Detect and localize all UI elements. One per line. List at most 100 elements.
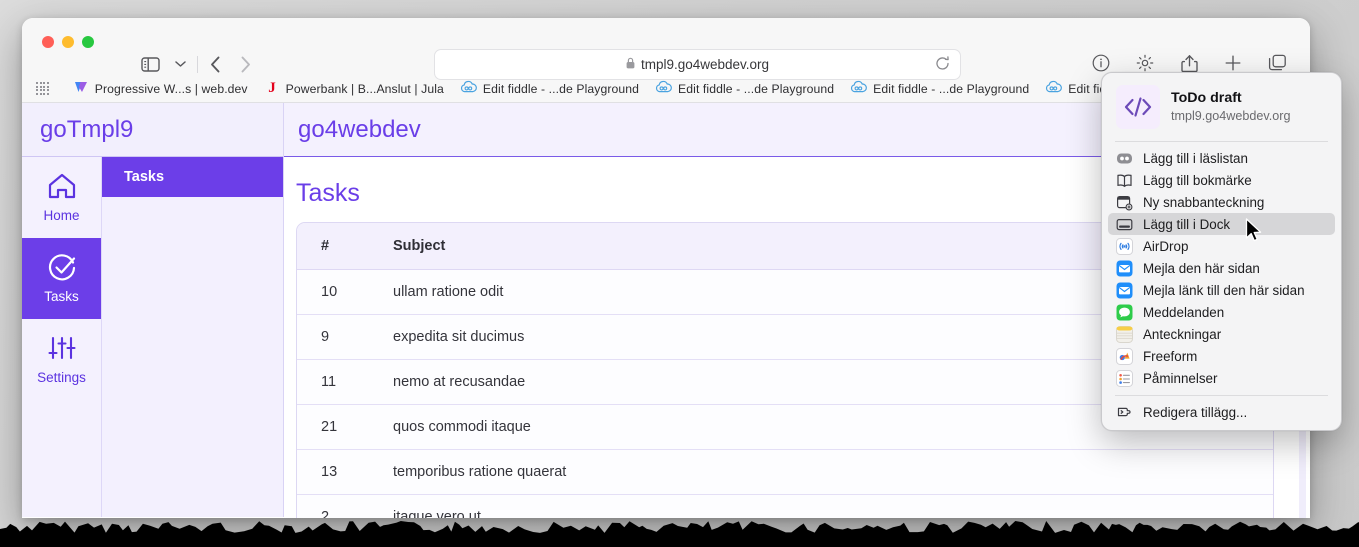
- menu-item-label: Redigera tillägg...: [1143, 404, 1248, 420]
- share-menu-subtitle: tmpl9.go4webdev.org: [1171, 109, 1291, 124]
- mouse-cursor: [1245, 218, 1262, 242]
- share-menu-header: ToDo draft tmpl9.go4webdev.org: [1102, 82, 1341, 141]
- notes-icon: [1116, 325, 1133, 343]
- sidebar-icon[interactable]: [135, 51, 165, 77]
- reading-list-icon: [1116, 150, 1133, 167]
- menu-item-label: AirDrop: [1143, 238, 1189, 254]
- toolbar-divider: [197, 55, 198, 73]
- cell-number: 21: [297, 404, 369, 450]
- mail-icon: [1116, 260, 1133, 277]
- menu-item-mail-page[interactable]: Mejla den här sidan: [1108, 257, 1335, 279]
- menu-divider: [1115, 141, 1328, 142]
- sidebar-subitem-label: Tasks: [124, 169, 165, 185]
- share-menu-title: ToDo draft: [1171, 89, 1242, 106]
- bookmark-label: Progressive W...s | web.dev: [94, 81, 248, 96]
- bookmark-item[interactable]: Edit fiddle - ...de Playground: [460, 80, 639, 97]
- messages-icon: [1116, 304, 1133, 321]
- reload-icon[interactable]: [935, 55, 950, 74]
- minimize-window-button[interactable]: [62, 36, 74, 48]
- cell-number: 11: [297, 359, 369, 405]
- column-header-number[interactable]: #: [297, 223, 369, 270]
- bookmark-item[interactable]: J Powerbank | B...Anslut | Jula: [264, 79, 444, 98]
- menu-item-label: Freeform: [1143, 348, 1198, 364]
- menu-item-label: Anteckningar: [1143, 326, 1222, 342]
- bookmark-label: Edit fiddle - ...de Playground: [482, 81, 640, 96]
- code-brackets-icon: [1116, 85, 1160, 129]
- sidebar-item-label: Home: [43, 208, 80, 223]
- menu-item-notes[interactable]: Anteckningar: [1108, 323, 1335, 345]
- menu-item-label: Meddelanden: [1143, 304, 1225, 320]
- chevron-down-icon[interactable]: [165, 51, 195, 77]
- sidebar-item-label: Settings: [37, 370, 86, 385]
- browser-toolbar: tmpl9.go4webdev.org: [22, 18, 1310, 80]
- menu-item-label: Lägg till bokmärke: [1143, 172, 1252, 188]
- menu-item-mail-link[interactable]: Mejla länk till den här sidan: [1108, 279, 1335, 301]
- menu-item-freeform[interactable]: Freeform: [1108, 345, 1335, 367]
- app-brand: goTmpl9: [22, 103, 283, 157]
- menu-item-label: Påminnelser: [1143, 370, 1218, 386]
- bookmark-book-icon: [1116, 172, 1133, 189]
- address-bar-url: tmpl9.go4webdev.org: [640, 57, 770, 72]
- bookmark-label: Powerbank | B...Anslut | Jula: [285, 81, 444, 96]
- address-bar[interactable]: tmpl9.go4webdev.org: [434, 49, 961, 80]
- cell-number: 10: [297, 269, 369, 315]
- sidebar-item-tasks[interactable]: Tasks: [22, 238, 101, 319]
- quick-note-icon: [1116, 194, 1133, 211]
- home-icon: [47, 172, 77, 202]
- bookmark-item[interactable]: Edit fiddle - ...de Playground: [850, 80, 1029, 97]
- menu-item-messages[interactable]: Meddelanden: [1108, 301, 1335, 323]
- jsfiddle-icon: [1045, 80, 1063, 97]
- freeform-icon: [1116, 347, 1133, 365]
- bookmark-label: Edit fiddle - ...de Playground: [873, 81, 1030, 96]
- icon-rail: Home Tasks Settings: [22, 157, 102, 517]
- close-window-button[interactable]: [42, 36, 54, 48]
- navigation-controls: [135, 51, 260, 77]
- bookmark-item[interactable]: Progressive W...s | web.dev: [73, 79, 248, 98]
- menu-divider-bottom: [1115, 395, 1328, 396]
- menu-item-reading-list[interactable]: Lägg till i läslistan: [1108, 147, 1335, 169]
- window-traffic-lights: [42, 36, 94, 48]
- sidebar-item-home[interactable]: Home: [22, 157, 101, 238]
- airdrop-icon: [1116, 237, 1133, 255]
- sidebar-sub-list: Tasks: [102, 157, 283, 517]
- menu-item-add-bookmark[interactable]: Lägg till bokmärke: [1108, 169, 1335, 191]
- back-button[interactable]: [200, 51, 230, 77]
- lock-icon: [626, 57, 635, 72]
- menu-item-label: Mejla länk till den här sidan: [1143, 282, 1305, 298]
- reminders-icon: [1116, 369, 1133, 387]
- menu-item-new-quick-note[interactable]: Ny snabbanteckning: [1108, 191, 1335, 213]
- menu-item-label: Lägg till i Dock: [1143, 216, 1231, 232]
- sliders-icon: [47, 334, 77, 364]
- forward-button[interactable]: [230, 51, 260, 77]
- dock-icon: [1116, 216, 1133, 233]
- bookmark-apps-grid[interactable]: [36, 82, 51, 95]
- menu-item-label: Lägg till i läslistan: [1143, 150, 1248, 166]
- check-circle-icon: [47, 253, 77, 283]
- menu-item-reminders[interactable]: Påminnelser: [1108, 367, 1335, 389]
- jsfiddle-icon: [655, 80, 672, 97]
- cell-number: 9: [297, 314, 369, 360]
- apps-grid-icon: [36, 82, 49, 95]
- svg-text:J: J: [268, 80, 276, 95]
- bookmark-item[interactable]: Edit fiddle - ...de Playground: [655, 80, 834, 97]
- screenshot-root: tmpl9.go4webdev.org Progressive W...s | …: [0, 0, 1359, 547]
- menu-item-airdrop[interactable]: AirDrop: [1108, 235, 1335, 257]
- torn-edge: [0, 521, 1359, 547]
- jsfiddle-icon: [850, 80, 868, 97]
- sidebar-item-settings[interactable]: Settings: [22, 319, 101, 400]
- menu-item-label: Mejla den här sidan: [1143, 260, 1260, 276]
- edit-extensions-icon: [1116, 404, 1133, 421]
- menu-item-edit-extensions[interactable]: Redigera tillägg...: [1108, 401, 1335, 423]
- menu-item-label: Ny snabbanteckning: [1143, 194, 1265, 210]
- zoom-window-button[interactable]: [82, 36, 94, 48]
- sidebar-subitem-tasks[interactable]: Tasks: [102, 157, 283, 197]
- app-sidebar: goTmpl9 Home Tasks Settings Tasks: [22, 103, 284, 517]
- jsfiddle-icon: [460, 80, 477, 97]
- web-dev-icon: [73, 79, 89, 98]
- sidebar-item-label: Tasks: [44, 289, 79, 304]
- mail-icon: [1116, 282, 1133, 299]
- share-menu-popup: ToDo draft tmpl9.go4webdev.org Lägg till…: [1101, 72, 1342, 431]
- menu-item-add-to-dock[interactable]: Lägg till i Dock: [1108, 213, 1335, 235]
- jula-icon: J: [264, 79, 280, 98]
- bookmark-label: Edit fiddle - ...de Playground: [678, 81, 835, 96]
